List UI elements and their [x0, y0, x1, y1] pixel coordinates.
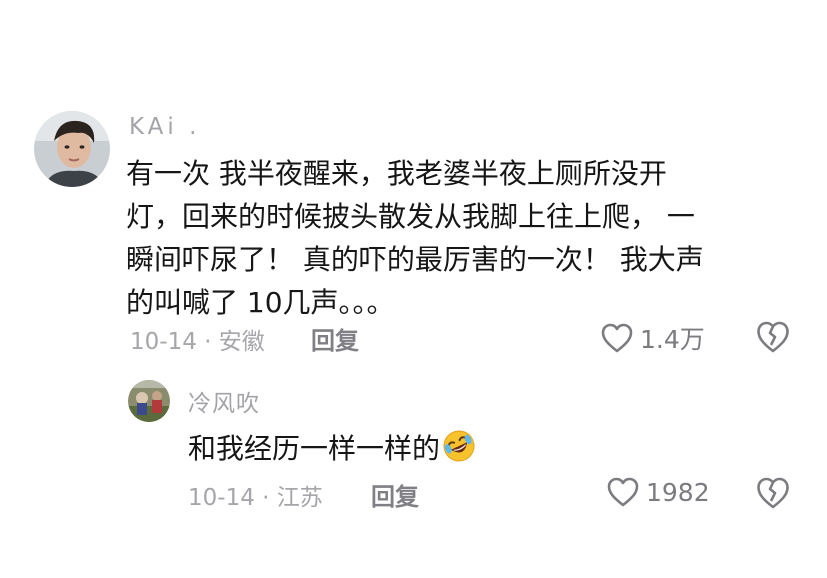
- comment-text-line: 的叫喊了 10几声。。。: [126, 286, 395, 319]
- comment-text-line: 有一次 我半夜醒来，我老婆半夜上厕所没开: [126, 157, 667, 190]
- heart-icon: [607, 477, 639, 507]
- comment-avatar[interactable]: [34, 111, 110, 187]
- dislike-button[interactable]: [755, 320, 791, 354]
- reply-dislike-button[interactable]: [755, 476, 791, 510]
- reply-like-count: 1982: [646, 477, 710, 507]
- heart-icon: [601, 323, 633, 353]
- reply-to-reply-button[interactable]: 回复: [371, 477, 419, 512]
- comment-date-location: 10-14 · 安徽: [130, 329, 265, 355]
- comment-text-line: 灯，回来的时候披头散发从我脚上往上爬， 一: [126, 200, 695, 233]
- reply-like-button[interactable]: 1982: [606, 476, 710, 508]
- reply-button[interactable]: 回复: [311, 321, 359, 356]
- reply-text-row: 和我经历一样一样的: [188, 427, 476, 470]
- reply-text: 和我经历一样一样的: [188, 432, 441, 465]
- reply-date-location: 10-14 · 江苏: [188, 485, 323, 511]
- like-count: 1.4万: [640, 325, 705, 354]
- rolling-laughing-emoji-icon: [443, 430, 475, 462]
- like-button[interactable]: 1.4万: [600, 320, 705, 356]
- user-avatar-icon: [34, 111, 110, 187]
- comment-username[interactable]: KAi .: [129, 114, 200, 140]
- comment-thread: KAi . 有一次 我半夜醒来，我老婆半夜上厕所没开 灯，回来的时候披头散发从我…: [0, 0, 827, 578]
- comment-text-line: 瞬间吓尿了！ 真的吓的最厉害的一次！ 我大声: [126, 243, 704, 276]
- broken-heart-icon: [757, 477, 789, 509]
- comment-text: 有一次 我半夜醒来，我老婆半夜上厕所没开 灯，回来的时候披头散发从我脚上往上爬，…: [126, 152, 704, 324]
- reply-username[interactable]: 冷风吹: [188, 384, 260, 418]
- reply-avatar[interactable]: [128, 380, 170, 422]
- broken-heart-icon: [757, 321, 789, 353]
- user-avatar-icon: [128, 380, 170, 422]
